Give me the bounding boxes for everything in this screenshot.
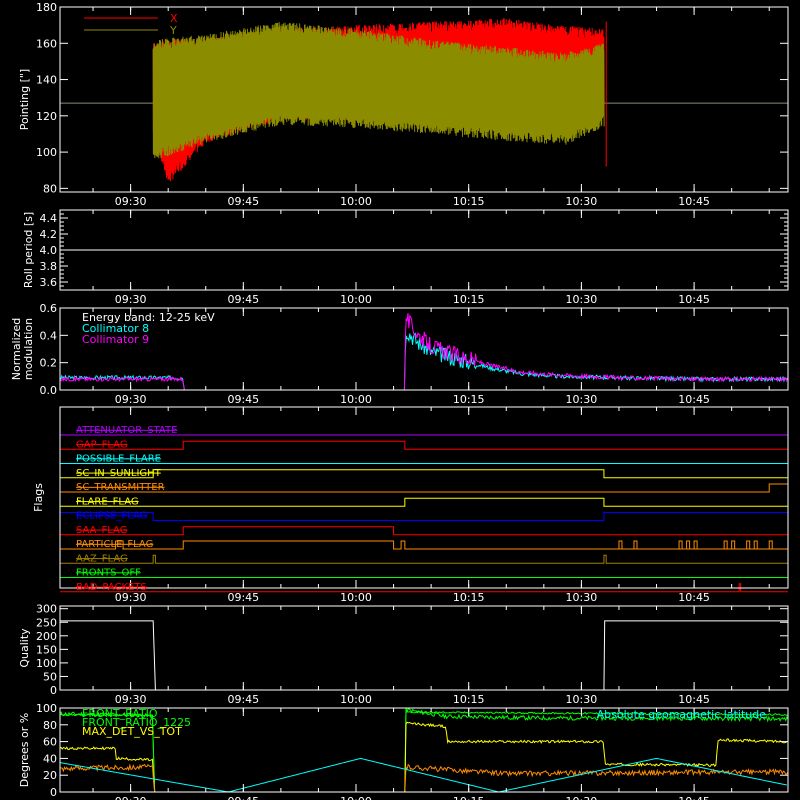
flag-label-eclipse-flag: ECLIPSE_FLAG (76, 511, 147, 522)
y-tick-label: 100 (36, 702, 57, 715)
x-tick-label: 10:45 (678, 591, 710, 604)
y-tick-label: 80 (43, 182, 57, 195)
x-tick-label: 10:15 (453, 195, 485, 208)
flag-label-gap-flag: GAP_FLAG (76, 439, 128, 450)
y-tick-label: 100 (36, 657, 57, 670)
x-tick-label: 10:00 (340, 591, 372, 604)
y-tick-label: 200 (36, 630, 57, 643)
y-tick-label: 4.2 (40, 228, 58, 241)
y-tick-label: 100 (36, 146, 57, 159)
y-tick-label: 300 (36, 603, 57, 616)
y-tick-label: 0.6 (40, 302, 58, 315)
flag-label-fronts-off: FRONTS_OFF (76, 568, 141, 579)
y-tick-label: 3.8 (40, 260, 58, 273)
x-tick-label: 09:30 (115, 693, 147, 706)
x-tick-label: 10:45 (678, 293, 710, 306)
y-tick-label: 250 (36, 616, 57, 629)
ratio-legend-2: MAX_DET_VS_TOT (82, 725, 182, 738)
y-tick-label: 60 (43, 736, 57, 749)
y-tick-label: 0.4 (40, 329, 58, 342)
x-tick-label: 10:45 (678, 393, 710, 406)
y-tick-label: 180 (36, 1, 57, 14)
x-tick-label: 10:30 (566, 393, 598, 406)
flag-label-bad-packets: BAD_PACKETS (76, 582, 147, 593)
y-tick-label: 4.0 (40, 244, 58, 257)
x-tick-label: 10:15 (453, 293, 485, 306)
x-tick-label: 10:45 (678, 795, 710, 800)
y-tick-label: 0.2 (40, 357, 58, 370)
x-tick-label: 09:45 (227, 693, 259, 706)
y-tick-label: 0.0 (40, 384, 58, 397)
x-tick-label: 10:00 (340, 293, 372, 306)
ratio-annotation-latitude: Absolute geomagnetic latitude (597, 708, 767, 721)
y-tick-label: 140 (36, 74, 57, 87)
y-axis-label: Quality (18, 628, 31, 668)
y-tick-label: 50 (43, 670, 57, 683)
y-tick-label: 150 (36, 643, 57, 656)
x-tick-label: 10:15 (453, 393, 485, 406)
x-tick-label: 10:45 (678, 693, 710, 706)
x-tick-label: 09:45 (227, 591, 259, 604)
y-axis-label: Pointing ["] (18, 69, 31, 130)
x-tick-label: 09:45 (227, 293, 259, 306)
flag-label-sc-in-sunlight: SC_IN_SUNLIGHT (76, 468, 162, 479)
x-tick-label: 10:30 (566, 693, 598, 706)
flag-label-sc-transmitter: SC_TRANSMITTER (76, 482, 165, 493)
x-tick-label: 09:30 (115, 591, 147, 604)
x-tick-label: 10:15 (453, 693, 485, 706)
modulation-legend-2: Collimator 9 (82, 333, 149, 346)
y-tick-label: 20 (43, 769, 57, 782)
x-tick-label: 10:00 (340, 195, 372, 208)
x-tick-label: 09:45 (227, 795, 259, 800)
x-tick-label: 10:00 (340, 693, 372, 706)
flag-label-particle-flag: PARTICLE_FLAG (76, 539, 153, 550)
y-tick-label: 0 (50, 684, 57, 697)
x-tick-label: 10:15 (453, 591, 485, 604)
x-tick-label: 10:30 (566, 195, 598, 208)
y-axis-label: Degrees or % (18, 713, 31, 787)
y-axis-label: Roll period [s] (22, 212, 35, 288)
y-tick-label: 0 (50, 786, 57, 799)
flag-label-aaz-flag: AAZ_FLAG (76, 553, 128, 564)
flag-label-flare-flag: FLARE_FLAG (76, 496, 139, 507)
y-tick-label: 120 (36, 110, 57, 123)
y-axis-label: modulation (22, 318, 35, 380)
y-tick-label: 3.6 (40, 276, 58, 289)
x-tick-label: 09:30 (115, 795, 147, 800)
x-tick-label: 09:30 (115, 195, 147, 208)
flag-label-saa-flag: SAA_FLAG (76, 525, 127, 536)
y-tick-label: 40 (43, 752, 57, 765)
x-tick-label: 10:30 (566, 591, 598, 604)
y-axis-label: Flags (32, 483, 45, 512)
x-tick-label: 10:30 (566, 293, 598, 306)
rhessi-quicklook-plot: 09:30 09:45 10:00 10:15 10:30 10:45 09:30 09:45… (0, 0, 800, 800)
x-tick-label: 10:00 (340, 795, 372, 800)
y-tick-label: 4.4 (40, 212, 58, 225)
legend-label-y: Y (169, 24, 177, 37)
x-tick-label: 10:45 (678, 195, 710, 208)
x-tick-label: 09:30 (115, 393, 147, 406)
x-tick-label: 10:00 (340, 393, 372, 406)
flag-label-possible-flare: POSSIBLE_FLARE (76, 454, 161, 465)
x-tick-label: 09:30 (115, 293, 147, 306)
flag-label-attenuator-state: ATTENUATOR_STATE (76, 425, 177, 436)
x-tick-label: 09:45 (227, 393, 259, 406)
y-tick-label: 80 (43, 719, 57, 732)
x-tick-label: 10:30 (566, 795, 598, 800)
x-tick-label: 09:45 (227, 195, 259, 208)
x-tick-label: 10:15 (453, 795, 485, 800)
y-tick-label: 160 (36, 37, 57, 50)
